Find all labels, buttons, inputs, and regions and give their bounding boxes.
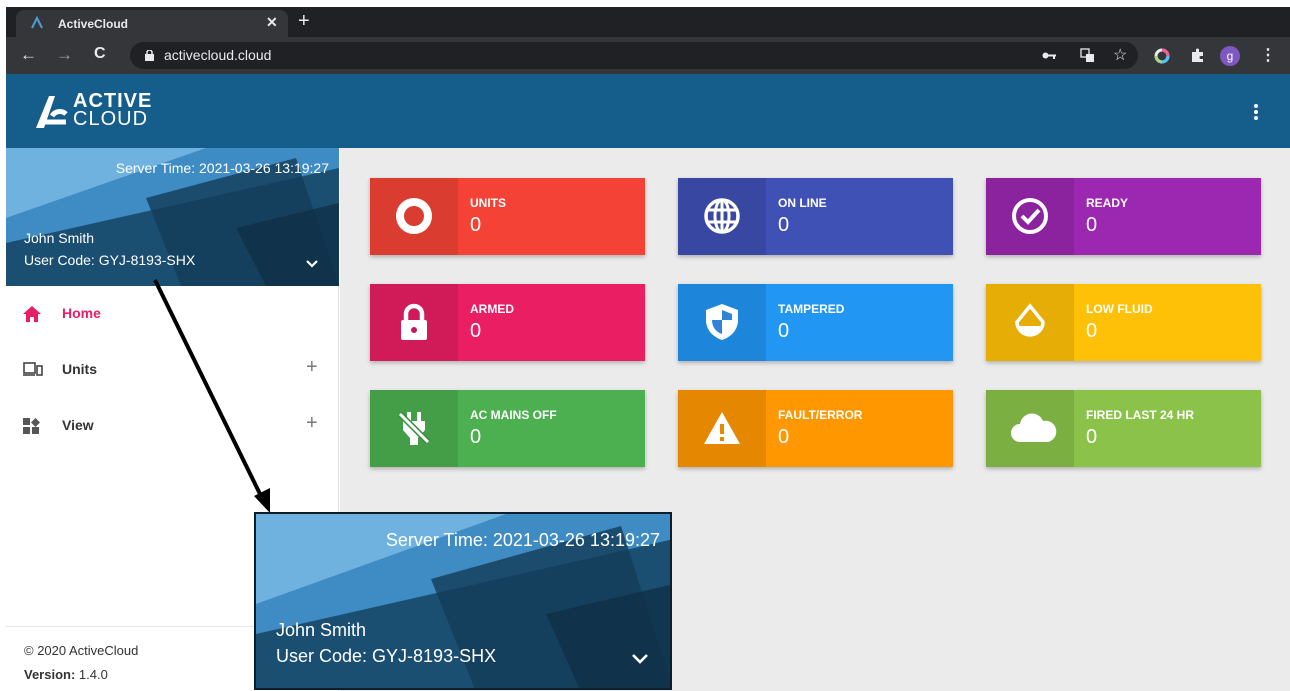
tab-title: ActiveCloud bbox=[58, 17, 129, 31]
card-low-fluid[interactable]: LOW FLUID 0 bbox=[986, 284, 1261, 361]
card-label: FAULT/ERROR bbox=[778, 408, 863, 422]
card-tampered[interactable]: TAMPERED 0 bbox=[678, 284, 953, 361]
expand-view-icon[interactable]: + bbox=[306, 412, 318, 435]
card-icon-box bbox=[986, 284, 1074, 361]
user-profile-panel[interactable]: Server Time: 2021-03-26 13:19:27 John Sm… bbox=[6, 148, 339, 286]
activecloud-favicon-icon bbox=[31, 16, 43, 29]
check-circle-icon bbox=[1012, 198, 1048, 234]
card-label: TAMPERED bbox=[778, 302, 845, 316]
devices-icon bbox=[23, 362, 43, 376]
chevron-down-icon[interactable] bbox=[306, 260, 318, 268]
address-bar[interactable]: activecloud.cloud ☆ bbox=[130, 42, 1138, 69]
app-logo[interactable]: ACTIVE CLOUD bbox=[73, 91, 152, 130]
power-off-icon bbox=[397, 411, 431, 445]
sidebar-item-label: Units bbox=[62, 361, 97, 377]
card-value: 0 bbox=[1086, 320, 1098, 342]
extensions-puzzle-icon[interactable] bbox=[1190, 48, 1205, 63]
expand-units-icon[interactable]: + bbox=[306, 356, 318, 379]
forward-icon[interactable]: → bbox=[56, 45, 73, 65]
card-label: ARMED bbox=[470, 302, 514, 316]
card-fired-last-24-hr[interactable]: FIRED LAST 24 HR 0 bbox=[986, 390, 1261, 467]
app-menu-icon[interactable] bbox=[1254, 104, 1258, 122]
sidebar-item-units[interactable]: Units + bbox=[6, 342, 339, 398]
card-on-line[interactable]: ON LINE 0 bbox=[678, 178, 953, 255]
sidebar-item-label: View bbox=[62, 417, 94, 433]
card-label: LOW FLUID bbox=[1086, 302, 1153, 316]
sidebar-item-home[interactable]: Home bbox=[6, 286, 339, 342]
card-icon-box bbox=[370, 284, 458, 361]
lock-icon bbox=[401, 303, 427, 340]
reload-icon[interactable]: C bbox=[94, 45, 106, 63]
card-value: 0 bbox=[470, 320, 482, 342]
browser-tab[interactable]: ActiveCloud ✕ bbox=[16, 10, 288, 37]
card-units[interactable]: UNITS 0 bbox=[370, 178, 645, 255]
chevron-down-icon bbox=[632, 654, 648, 664]
card-icon-box bbox=[678, 178, 766, 255]
ring-icon bbox=[396, 198, 432, 234]
browser-tabstrip: ActiveCloud ✕ + bbox=[6, 7, 1290, 37]
card-label: UNITS bbox=[470, 196, 506, 210]
card-value: 0 bbox=[778, 426, 790, 448]
color-extension-icon[interactable] bbox=[1154, 48, 1170, 64]
dashboard-icon bbox=[23, 418, 40, 434]
back-icon[interactable]: ← bbox=[20, 45, 37, 65]
card-value: 0 bbox=[778, 214, 790, 236]
url-text: activecloud.cloud bbox=[164, 47, 272, 63]
home-icon bbox=[23, 306, 41, 322]
version-text: Version: 1.4.0 bbox=[24, 667, 108, 682]
card-label: READY bbox=[1086, 196, 1129, 210]
user-name: John Smith bbox=[24, 230, 95, 246]
tab-close-icon[interactable]: ✕ bbox=[266, 14, 278, 31]
sidebar-item-label: Home bbox=[62, 305, 101, 321]
card-icon-box bbox=[678, 390, 766, 467]
shield-icon bbox=[706, 304, 738, 340]
card-ready[interactable]: READY 0 bbox=[986, 178, 1261, 255]
globe-icon bbox=[704, 198, 740, 234]
card-icon-box bbox=[678, 284, 766, 361]
card-icon-box bbox=[370, 390, 458, 467]
version-value: 1.4.0 bbox=[78, 667, 108, 682]
copyright-text: © 2020 ActiveCloud bbox=[24, 643, 139, 658]
bookmark-star-icon[interactable]: ☆ bbox=[1113, 45, 1127, 65]
card-ac-mains-off[interactable]: AC MAINS OFF 0 bbox=[370, 390, 645, 467]
zoomed-profile-callout: Server Time: 2021-03-26 13:19:27 John Sm… bbox=[254, 512, 672, 690]
sidebar-item-view[interactable]: View + bbox=[6, 398, 339, 454]
drop-icon bbox=[1015, 303, 1045, 337]
browser-toolbar: ← → C activecloud.cloud ☆ g ⋮ bbox=[6, 37, 1290, 74]
new-tab-button[interactable]: + bbox=[298, 10, 310, 33]
translate-icon[interactable] bbox=[1080, 48, 1095, 63]
cloud-icon bbox=[1011, 413, 1057, 442]
card-icon-box bbox=[986, 178, 1074, 255]
card-armed[interactable]: ARMED 0 bbox=[370, 284, 645, 361]
card-value: 0 bbox=[470, 214, 482, 236]
key-icon[interactable] bbox=[1042, 51, 1056, 60]
version-label: Version: bbox=[24, 667, 76, 682]
lock-icon bbox=[145, 50, 154, 61]
callout-user-code: User Code: GYJ-8193-SHX bbox=[276, 646, 497, 666]
card-label: AC MAINS OFF bbox=[470, 408, 557, 422]
browser-menu-icon[interactable]: ⋮ bbox=[1260, 45, 1276, 65]
card-label: FIRED LAST 24 HR bbox=[1086, 408, 1195, 422]
card-value: 0 bbox=[1086, 214, 1098, 236]
card-label: ON LINE bbox=[778, 196, 827, 210]
server-time: Server Time: 2021-03-26 13:19:27 bbox=[115, 160, 329, 176]
card-value: 0 bbox=[778, 320, 790, 342]
card-fault-error[interactable]: FAULT/ERROR 0 bbox=[678, 390, 953, 467]
app-header: ACTIVE CLOUD bbox=[6, 74, 1290, 148]
warning-icon bbox=[704, 412, 740, 444]
profile-avatar[interactable]: g bbox=[1220, 46, 1240, 66]
activecloud-logo-icon bbox=[36, 96, 68, 128]
card-value: 0 bbox=[470, 426, 482, 448]
user-code: User Code: GYJ-8193-SHX bbox=[24, 252, 196, 268]
card-value: 0 bbox=[1086, 426, 1098, 448]
card-icon-box bbox=[986, 390, 1074, 467]
card-icon-box bbox=[370, 178, 458, 255]
callout-user-name: John Smith bbox=[276, 620, 367, 640]
logo-line-2: CLOUD bbox=[73, 108, 149, 130]
callout-server-time: Server Time: 2021-03-26 13:19:27 bbox=[385, 530, 660, 550]
